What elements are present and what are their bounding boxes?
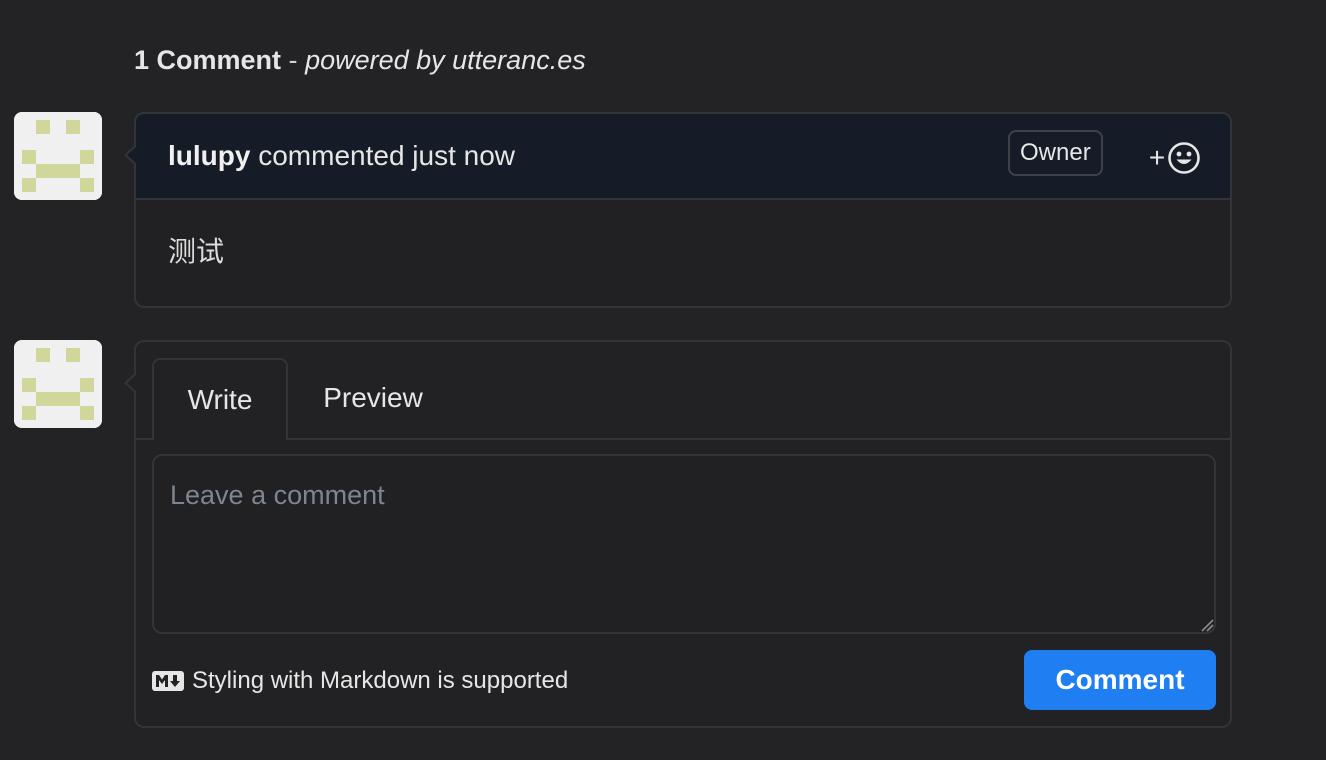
markdown-hint-text: Styling with Markdown is supported: [192, 667, 569, 694]
utterances-widget: 1 Comment - powered by utteranc.es lulup…: [0, 0, 1326, 760]
add-reaction-button[interactable]: +: [1144, 138, 1206, 178]
editor-tabs: Write Preview: [136, 342, 1230, 440]
comment-textarea[interactable]: [152, 454, 1216, 634]
smiley-icon: [1168, 142, 1200, 174]
comment-action-text[interactable]: commented just now: [258, 140, 515, 171]
resize-grip-icon[interactable]: [1200, 618, 1214, 632]
submit-comment-button[interactable]: Comment: [1024, 650, 1216, 710]
markdown-hint[interactable]: Styling with Markdown is supported: [152, 666, 568, 696]
markdown-icon: [152, 671, 184, 691]
header-separator: -: [288, 45, 298, 75]
comment-meta: lulupy commented just now: [168, 138, 515, 174]
tab-write[interactable]: Write: [152, 358, 288, 440]
comments-header: 1 Comment - powered by utteranc.es: [134, 42, 586, 78]
comment-card: lulupy commented just now Owner + 测试: [124, 112, 1232, 308]
tab-preview[interactable]: Preview: [306, 358, 440, 438]
owner-badge: Owner: [1008, 130, 1103, 176]
identicon-avatar-image: [14, 340, 102, 428]
identicon-avatar-image: [14, 112, 102, 200]
powered-by-link[interactable]: powered by utteranc.es: [305, 45, 586, 75]
comment-count: 1 Comment: [134, 45, 282, 75]
plus-label: +: [1148, 142, 1166, 173]
comment-author-avatar[interactable]: [14, 112, 102, 200]
comment-header: lulupy commented just now Owner +: [136, 114, 1230, 200]
current-user-avatar[interactable]: [14, 340, 102, 428]
new-comment-form: Write Preview Styling with Markdown is s…: [124, 340, 1232, 728]
comment-body: 测试: [168, 236, 225, 267]
comment-author-link[interactable]: lulupy: [168, 140, 250, 171]
